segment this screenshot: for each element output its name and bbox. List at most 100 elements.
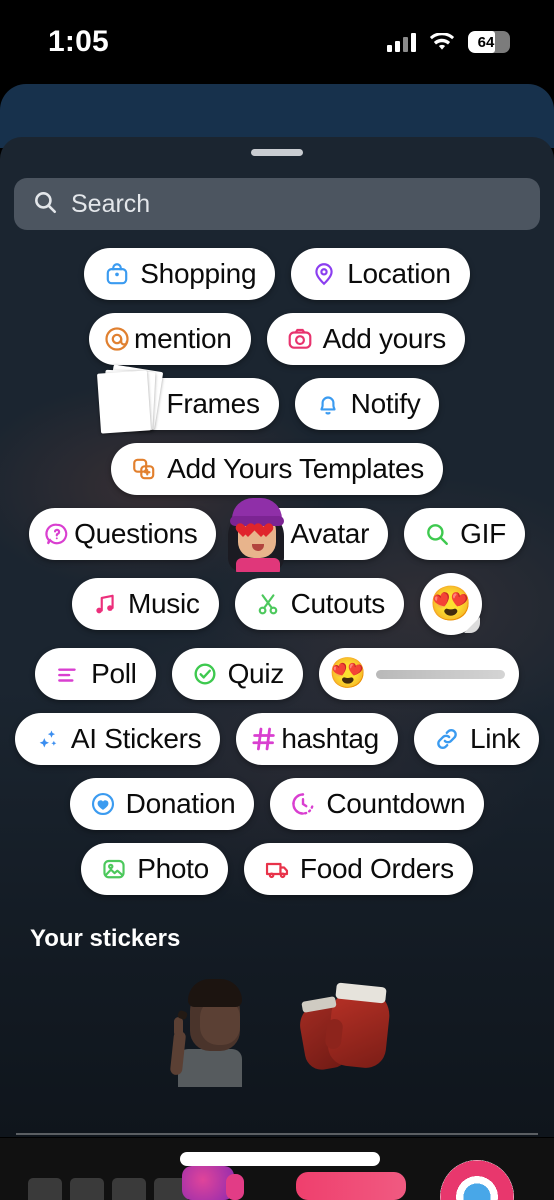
avatar-icon	[226, 492, 288, 572]
sticker-label: Add Yours Templates	[167, 453, 424, 484]
sticker-questions[interactable]: Questions	[29, 508, 217, 560]
sticker-label: Food Orders	[299, 853, 454, 884]
sticker-avatar[interactable]: Avatar	[228, 498, 389, 572]
location-pin-icon	[310, 260, 338, 288]
search-icon	[32, 189, 58, 220]
sticker-label: Donation	[125, 788, 236, 819]
peek-pill-sticker[interactable]	[180, 1152, 380, 1166]
sticker-notify[interactable]: Notify	[294, 378, 440, 430]
sticker-row: Add Yours Templates	[0, 443, 554, 495]
food-truck-icon	[263, 855, 291, 883]
bell-icon	[314, 390, 342, 418]
sticker-label: Notify	[350, 388, 421, 419]
link-icon	[433, 725, 461, 753]
peek-text-sticker[interactable]	[296, 1172, 406, 1200]
add-yours-templates-icon	[130, 455, 158, 483]
emoji-reaction-icon: 😍	[429, 585, 473, 623]
search-placeholder: Search	[71, 189, 151, 218]
sticker-label: Quiz	[227, 658, 285, 689]
gif-search-icon	[423, 520, 451, 548]
sticker-row: Music Cutouts 😍	[0, 573, 554, 635]
sticker-label: Questions	[74, 518, 198, 549]
sticker-row: mention Add yours	[0, 313, 554, 365]
sticker-label: Location	[347, 258, 451, 289]
slider-track[interactable]	[376, 669, 505, 679]
emoji-slider-icon: 😍	[328, 657, 367, 690]
countdown-clock-icon	[289, 790, 317, 818]
sticker-gif[interactable]: GIF	[404, 508, 525, 560]
sticker-music[interactable]: Music	[71, 578, 219, 630]
sticker-ai-stickers[interactable]: AI Stickers	[14, 713, 221, 765]
cellular-bars-icon	[387, 32, 416, 52]
poll-icon	[54, 660, 82, 688]
threads-mention-icon	[103, 325, 131, 353]
sticker-label: Poll	[91, 658, 137, 689]
question-bubble-icon	[43, 520, 71, 548]
peek-colorful-sticker-2[interactable]	[226, 1174, 244, 1200]
photo-icon	[100, 855, 128, 883]
sticker-row: Photo Food Orders	[0, 843, 554, 895]
donation-heart-icon	[89, 790, 117, 818]
sticker-link[interactable]: Link	[413, 713, 540, 765]
sticker-label: Shopping	[140, 258, 257, 289]
battery-level: 64	[477, 33, 495, 51]
status-time: 1:05	[48, 25, 109, 58]
sticker-food-orders[interactable]: Food Orders	[243, 843, 473, 895]
sticker-add-yours[interactable]: Add yours	[266, 313, 465, 365]
sticker-cutouts[interactable]: Cutouts	[234, 578, 405, 630]
sticker-poll[interactable]: Poll	[35, 648, 156, 700]
bottom-sticker-peek	[0, 1138, 554, 1200]
sticker-row: AI Stickers hashtag Link	[0, 713, 554, 765]
sticker-quiz[interactable]: Quiz	[171, 648, 303, 700]
sticker-row: Poll Quiz 😍	[0, 648, 554, 700]
sticker-row: Donation Countdown	[0, 778, 554, 830]
section-divider	[16, 1133, 538, 1135]
sticker-label: Photo	[137, 853, 209, 884]
sticker-row: Questions Avatar GIF	[0, 498, 554, 572]
peek-target-sticker[interactable]	[440, 1160, 514, 1200]
sticker-row: Frames Notify	[0, 364, 554, 434]
sticker-emoji-reaction[interactable]: 😍	[420, 573, 483, 635]
sticker-label: Link	[469, 723, 521, 754]
sticker-countdown[interactable]: Countdown	[270, 778, 485, 830]
sticker-emoji-slider[interactable]: 😍	[318, 648, 519, 700]
ai-sparkle-icon	[34, 725, 62, 753]
polaroid-frames-icon	[96, 364, 163, 436]
sticker-tray: Search Shopping Location mention Add you…	[0, 137, 554, 1137]
your-stickers-list	[0, 969, 554, 1119]
sticker-label: Add yours	[322, 323, 447, 354]
sheet-grabber[interactable]	[251, 149, 303, 156]
wifi-icon	[429, 32, 455, 52]
shopping-bag-icon	[103, 260, 131, 288]
status-bar: 1:05 64	[0, 0, 554, 84]
hashtag-icon	[250, 725, 278, 753]
battery-icon: 64	[468, 31, 510, 53]
sticker-rows: Shopping Location mention Add yours Fram…	[0, 248, 554, 895]
sticker-donation[interactable]: Donation	[69, 778, 255, 830]
search-input[interactable]: Search	[14, 178, 540, 230]
boxing-gloves-sticker[interactable]	[296, 981, 396, 1077]
quiz-check-icon	[191, 660, 219, 688]
sticker-label: Frames	[166, 388, 260, 419]
sticker-label: GIF	[460, 518, 506, 549]
sticker-label: Music	[127, 588, 200, 619]
sticker-label: Avatar	[290, 518, 370, 549]
sticker-photo[interactable]: Photo	[81, 843, 228, 895]
music-note-icon	[91, 590, 119, 618]
sticker-add-yours-templates[interactable]: Add Yours Templates	[111, 443, 443, 495]
sticker-label: Cutouts	[290, 588, 386, 619]
sticker-mention[interactable]: mention	[89, 313, 251, 365]
status-indicators: 64	[387, 31, 510, 53]
sticker-shopping[interactable]: Shopping	[84, 248, 276, 300]
phone-screen: 1:05 64 Search Shopping Location mention…	[0, 0, 554, 1200]
sticker-hashtag[interactable]: hashtag	[236, 713, 398, 765]
sticker-label: mention	[134, 323, 232, 354]
sticker-label: Countdown	[326, 788, 466, 819]
your-stickers-title: Your stickers	[30, 925, 181, 952]
sticker-location[interactable]: Location	[291, 248, 470, 300]
sticker-frames[interactable]: Frames	[96, 364, 279, 434]
sticker-label: AI Stickers	[70, 723, 202, 754]
person-cutout-sticker[interactable]	[169, 975, 242, 1087]
keyboard-keys-peek	[28, 1178, 188, 1200]
sticker-row: Shopping Location	[0, 248, 554, 300]
